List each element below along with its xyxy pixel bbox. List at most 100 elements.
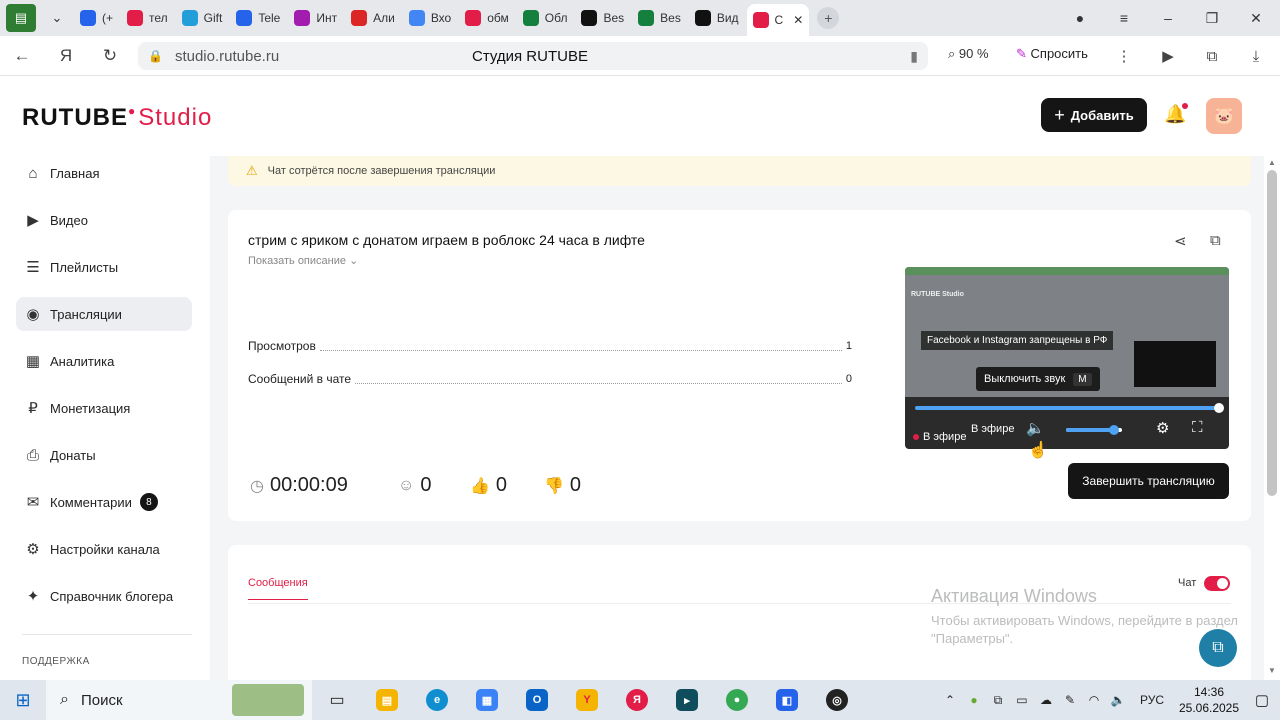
extensions-icon[interactable]: ⧉ <box>1194 36 1230 76</box>
browser-tab[interactable]: Вид <box>689 4 745 32</box>
rutube-studio-logo[interactable]: RUTUBE●Studio <box>22 104 212 132</box>
sidebar-item[interactable]: ◉ Трансляции <box>16 297 192 331</box>
sidebar-item[interactable]: ₽ Монетизация <box>16 391 192 425</box>
obs-glyph: ◎ <box>826 689 848 711</box>
terminal-icon[interactable]: ▸ <box>662 680 712 720</box>
yandex-browser-icon[interactable]: Y <box>562 680 612 720</box>
menu-icon[interactable]: ≡ <box>1102 0 1146 36</box>
progress-bar[interactable] <box>915 403 1224 413</box>
browser-tab[interactable]: Tele <box>230 4 286 32</box>
sidebar-item[interactable]: ☰ Плейлисты <box>16 250 192 284</box>
tray-battery-icon[interactable]: ▭ <box>1010 693 1034 707</box>
plus-icon: + <box>1054 104 1065 125</box>
browser-tab[interactable]: Вхо <box>403 4 457 32</box>
task-view-icon[interactable]: ▭ <box>312 680 362 720</box>
yandex-logo-icon[interactable]: Я <box>44 36 88 76</box>
browser-tab[interactable]: Gift <box>176 4 229 32</box>
restore-button[interactable]: ❐ <box>1190 0 1234 36</box>
tray-overflow-icon[interactable]: ⌃ <box>938 693 962 707</box>
live-label-overlay: В эфире <box>971 423 1015 435</box>
speaker-icon[interactable]: 🔈 <box>1106 693 1130 707</box>
store-icon[interactable]: ▦ <box>462 680 512 720</box>
volume-knob[interactable] <box>1108 425 1119 435</box>
reload-icon[interactable]: ↻ <box>88 36 132 76</box>
bookmark-icon[interactable]: ▮ <box>910 48 918 65</box>
sidebar-item-label: Настройки канала <box>50 541 160 557</box>
minimize-button[interactable]: – <box>1146 0 1190 36</box>
ask-button[interactable]: ✎ Спросить <box>1016 46 1088 62</box>
file-explorer-icon[interactable]: ▤ <box>362 680 412 720</box>
page-scrollbar[interactable]: ▲ ▼ <box>1264 156 1280 680</box>
progress-knob[interactable] <box>1214 403 1224 413</box>
new-tab-button[interactable]: + <box>817 7 840 29</box>
sidebar-item[interactable]: ⎙ Донаты <box>16 438 192 472</box>
back-arrow-icon[interactable]: ← <box>0 36 44 76</box>
sidebar-item[interactable]: ⚙ Настройки канала <box>16 532 192 566</box>
tray-app-icon[interactable]: ● <box>962 693 986 707</box>
language-indicator[interactable]: РУС <box>1140 693 1164 707</box>
support-chat-button[interactable]: ⧉ <box>1199 629 1237 667</box>
url-field[interactable]: 🔒 studio.rutube.ru Студия RUTUBE ▮ <box>138 42 928 70</box>
scroll-up-icon[interactable]: ▲ <box>1268 158 1276 167</box>
player-settings-icon[interactable]: ⚙ <box>1156 419 1169 437</box>
close-window-button[interactable]: ✕ <box>1234 0 1278 36</box>
close-tab-icon[interactable]: ✕ <box>793 13 803 27</box>
download-icon[interactable]: ⤓ <box>1238 36 1274 76</box>
volume-icon[interactable]: 🔈 <box>1026 419 1045 437</box>
app-icon[interactable]: ◧ <box>762 680 812 720</box>
avatar[interactable]: 🐷 <box>1206 98 1242 134</box>
preview-black-box <box>1134 341 1216 387</box>
browser-tab[interactable]: тел <box>121 4 174 32</box>
end-stream-button[interactable]: Завершить трансляцию <box>1068 463 1229 499</box>
tab-messages[interactable]: Сообщения <box>248 577 308 600</box>
browser-tab[interactable]: Bes <box>632 4 687 32</box>
sidebar-toggle-icon[interactable]: ▤ <box>6 4 36 32</box>
sidebar-item[interactable]: ⌂ Главная <box>16 156 192 190</box>
profile-icon[interactable]: ● <box>1058 0 1102 36</box>
wifi-icon[interactable]: ◠ <box>1082 693 1106 707</box>
sidebar-item[interactable]: ▦ Аналитика <box>16 344 192 378</box>
more-menu-icon[interactable]: ⋮ <box>1106 36 1142 76</box>
windows-start-icon[interactable]: ⊞ <box>0 680 46 720</box>
tray-app2-icon[interactable]: ⧉ <box>986 693 1010 708</box>
clock[interactable]: 14:36 25.06.2025 <box>1174 684 1244 716</box>
show-description-link[interactable]: Показать описание ⌄ <box>248 254 358 267</box>
external-link-icon[interactable]: ⧉ <box>1210 232 1221 249</box>
browser-tab[interactable]: обм <box>459 4 515 32</box>
browser-tab[interactable]: Али <box>345 4 401 32</box>
edge-icon[interactable]: e <box>412 680 462 720</box>
lock-icon: 🔒 <box>148 49 163 63</box>
browser-tab[interactable]: Bes <box>575 4 630 32</box>
notifications-icon[interactable]: ▢ <box>1244 691 1280 709</box>
zoom-level[interactable]: ⌕ 90 % <box>948 46 989 62</box>
outlook-icon[interactable]: O <box>512 680 562 720</box>
warning-text: Чат сотрётся после завершения трансляции <box>267 165 496 177</box>
chat-toggle[interactable] <box>1204 576 1230 591</box>
obs-icon[interactable]: ◎ <box>812 680 862 720</box>
fullscreen-icon[interactable]: ⛶ <box>1192 419 1203 436</box>
browser-tab[interactable]: С ✕ <box>746 4 810 36</box>
scrollbar-thumb[interactable] <box>1267 170 1277 496</box>
yandex-icon[interactable]: Я <box>612 680 662 720</box>
sidebar-item[interactable]: ▶ Видео <box>16 203 192 237</box>
notifications-bell-icon[interactable]: 🔔 <box>1164 103 1189 125</box>
yandex-tab-icon <box>127 10 144 26</box>
volume-slider[interactable] <box>1066 425 1122 435</box>
share-icon[interactable]: ⋖ <box>1174 232 1187 250</box>
sidebar-item[interactable]: ✉ Комментарии 8 <box>16 485 192 519</box>
clock-icon: ◷ <box>250 477 264 495</box>
media-icon[interactable]: ▶ <box>1150 36 1186 76</box>
browser-tab[interactable]: (+ <box>74 4 119 32</box>
tab-list-chevron-icon[interactable]: ⌄ <box>42 4 72 32</box>
chrome-icon[interactable]: ● <box>712 680 762 720</box>
add-button[interactable]: + Добавить <box>1041 98 1147 132</box>
tray-cloud-icon[interactable]: ☁ <box>1034 693 1058 707</box>
sidebar-item[interactable]: ✦ Справочник блогера <box>16 579 192 613</box>
taskbar-search[interactable]: ⌕ Поиск <box>46 680 312 720</box>
browser-tab[interactable]: Обл <box>517 4 574 32</box>
browser-tab[interactable]: Инт <box>288 4 343 32</box>
scroll-down-icon[interactable]: ▼ <box>1268 666 1276 675</box>
stream-preview-player[interactable]: RUTUBE Studio Facebook и Instagram запре… <box>905 267 1229 449</box>
tray-pen-icon[interactable]: ✎ <box>1058 693 1082 707</box>
tabs-container: (+ тел Gift Tele Инт Али Вхо обм Обл Bes Bes Вид С ✕ <box>72 0 810 36</box>
